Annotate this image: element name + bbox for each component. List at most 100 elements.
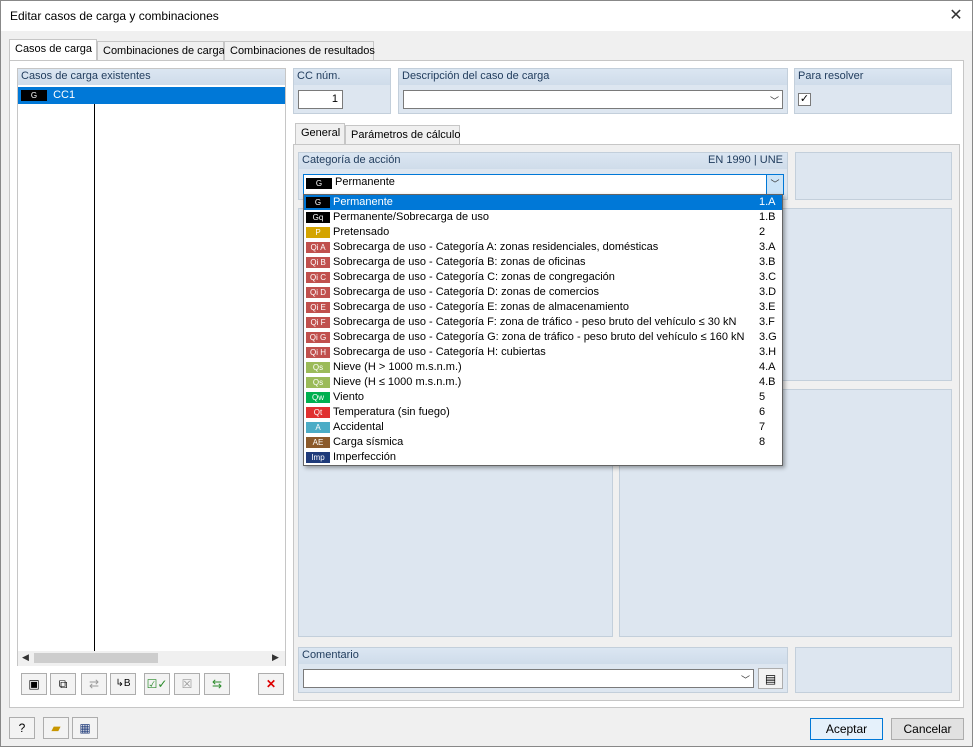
list-item[interactable]: G CC1 [18, 87, 285, 104]
to-solve-checkbox[interactable]: ✓ [798, 93, 811, 106]
action-category-combobox[interactable]: G Permanente ﹀ [303, 174, 784, 195]
comment-group: Comentario ﹀ ▤ [298, 647, 788, 693]
horizontal-scrollbar[interactable]: ◀ ▶ [18, 651, 285, 666]
copy-icon[interactable]: ⧉ [50, 673, 76, 695]
right-empty-group [795, 152, 952, 200]
option-text: Sobrecarga de uso - Categoría B: zonas d… [333, 256, 586, 268]
option-text: Sobrecarga de uso - Categoría C: zonas d… [333, 271, 615, 283]
option-text: Imperfección [333, 451, 396, 463]
option-text: Sobrecarga de uso - Categoría H: cubiert… [333, 346, 546, 358]
option-text: Temperatura (sin fuego) [333, 406, 450, 418]
subtab-general[interactable]: General [295, 123, 345, 145]
dropdown-option[interactable]: Qi G Sobrecarga de uso - Categoría G: zon… [304, 330, 782, 345]
comment-right-group [795, 647, 952, 693]
dropdown-option[interactable]: P Pretensado 2 [304, 225, 782, 240]
dropdown-option[interactable]: Qt Temperatura (sin fuego) 6 [304, 405, 782, 420]
description-group: Descripción del caso de carga ﹀ [398, 68, 788, 114]
load-case-list: Casos de carga existentes G CC1 ◀ ▶ [17, 68, 286, 666]
dropdown-option[interactable]: Qi F Sobrecarga de uso - Categoría F: zon… [304, 315, 782, 330]
action-category-dropdown[interactable]: G Permanente 1.A Gq Permanente/Sobrecarga de… [303, 194, 783, 466]
option-text: Carga sísmica [333, 436, 404, 448]
dropdown-option[interactable]: Imp Imperfección [304, 450, 782, 465]
tab-label: General [301, 127, 341, 139]
column-divider [94, 104, 95, 652]
subtab-parametros[interactable]: Parámetros de cálculo [345, 125, 460, 145]
dropdown-option[interactable]: Qi H Sobrecarga de uso - Categoría H: cub… [304, 345, 782, 360]
option-code: 2 [759, 226, 766, 238]
category-tag: Qi C [306, 271, 330, 283]
dropdown-option[interactable]: A Accidental 7 [304, 420, 782, 435]
action-category-label: Categoría de acción [302, 154, 401, 166]
option-text: Pretensado [333, 226, 390, 238]
save-icon[interactable]: ▦ [72, 717, 98, 739]
scroll-thumb[interactable] [34, 653, 158, 663]
swap-icon[interactable]: ⇆ [204, 673, 230, 695]
scroll-right-icon[interactable]: ▶ [272, 652, 279, 663]
description-label: Descripción del caso de carga [399, 69, 787, 85]
description-combobox[interactable]: ﹀ [403, 90, 783, 109]
option-text: Sobrecarga de uso - Categoría F: zona de… [333, 316, 737, 328]
category-tag: P [306, 226, 330, 238]
chevron-down-icon[interactable]: ﹀ [766, 175, 783, 194]
selected-category: Permanente [335, 176, 395, 188]
chevron-down-icon[interactable]: ﹀ [741, 673, 750, 686]
option-text: Sobrecarga de uso - Categoría D: zonas d… [333, 286, 599, 298]
dropdown-option[interactable]: Gq Permanente/Sobrecarga de uso 1.B [304, 210, 782, 225]
to-solve-label: Para resolver [795, 69, 951, 85]
category-tag: A [306, 421, 330, 433]
comment-combobox[interactable]: ﹀ [303, 669, 754, 688]
option-code: 3.G [759, 331, 777, 343]
cc-number-input[interactable]: 1 [298, 90, 343, 109]
category-tag: AE [306, 436, 330, 448]
option-code: 3.B [759, 256, 776, 268]
category-tag: Qt [306, 406, 330, 418]
option-code: 5 [759, 391, 766, 403]
dropdown-option[interactable]: Qi A Sobrecarga de uso - Categoría A: zon… [304, 240, 782, 255]
dropdown-option[interactable]: Qi B Sobrecarga de uso - Categoría B: zon… [304, 255, 782, 270]
option-text: Permanente/Sobrecarga de uso [333, 211, 489, 223]
option-text: Viento [333, 391, 364, 403]
category-tag: G [21, 89, 47, 101]
dropdown-option[interactable]: Qi E Sobrecarga de uso - Categoría E: zon… [304, 300, 782, 315]
option-code: 1.A [759, 196, 776, 208]
option-code: 3.F [759, 316, 775, 328]
uncheck-all-icon[interactable]: ☒ [174, 673, 200, 695]
ok-button[interactable]: Aceptar [810, 718, 883, 740]
dropdown-option[interactable]: Qs Nieve (H ≤ 1000 m.s.n.m.) 4.B [304, 375, 782, 390]
dropdown-option[interactable]: G Permanente 1.A [304, 195, 782, 210]
scroll-left-icon[interactable]: ◀ [22, 652, 29, 663]
option-code: 3.D [759, 286, 777, 298]
tab-combinaciones-de-resultados[interactable]: Combinaciones de resultados [224, 41, 375, 61]
chevron-down-icon[interactable]: ﹀ [770, 94, 779, 107]
option-code: 6 [759, 406, 766, 418]
window-title: Editar casos de carga y combinaciones [10, 9, 219, 23]
dropdown-option[interactable]: Qi D Sobrecarga de uso - Categoría D: zon… [304, 285, 782, 300]
category-tag: Qi B [306, 256, 330, 268]
help-icon[interactable]: ? [9, 717, 35, 739]
dropdown-option[interactable]: Qs Nieve (H > 1000 m.s.n.m.) 4.A [304, 360, 782, 375]
case-name: CC1 [53, 89, 76, 101]
comment-library-icon[interactable]: ▤ [758, 668, 783, 689]
close-icon[interactable]: ✕ [945, 5, 967, 27]
category-tag: Qs [306, 361, 330, 373]
open-folder-icon[interactable]: ▰ [43, 717, 69, 739]
category-tag: G [306, 178, 332, 189]
delete-icon[interactable]: ✕ [258, 673, 284, 695]
dropdown-option[interactable]: Qw Viento 5 [304, 390, 782, 405]
tab-combinaciones-de-carga[interactable]: Combinaciones de carga [97, 41, 225, 61]
check-all-icon[interactable]: ☑✓ [144, 673, 170, 695]
dropdown-option[interactable]: AE Carga sísmica 8 [304, 435, 782, 450]
option-text: Sobrecarga de uso - Categoría A: zonas r… [333, 241, 659, 253]
category-tag: Qi E [306, 301, 330, 313]
subscript-b-icon[interactable]: ↳B [110, 673, 136, 695]
option-code: 1.B [759, 211, 776, 223]
category-tag: Gq [306, 211, 330, 223]
option-code: 8 [759, 436, 766, 448]
dropdown-option[interactable]: Qi C Sobrecarga de uso - Categoría C: zon… [304, 270, 782, 285]
cancel-button[interactable]: Cancelar [891, 718, 964, 740]
new-case-icon[interactable]: ▣ [21, 673, 47, 695]
tab-casos-de-carga[interactable]: Casos de carga [9, 39, 97, 61]
category-tag: Qw [306, 391, 330, 403]
renumber-icon[interactable]: ⇄ [81, 673, 107, 695]
category-tag: Qi A [306, 241, 330, 253]
